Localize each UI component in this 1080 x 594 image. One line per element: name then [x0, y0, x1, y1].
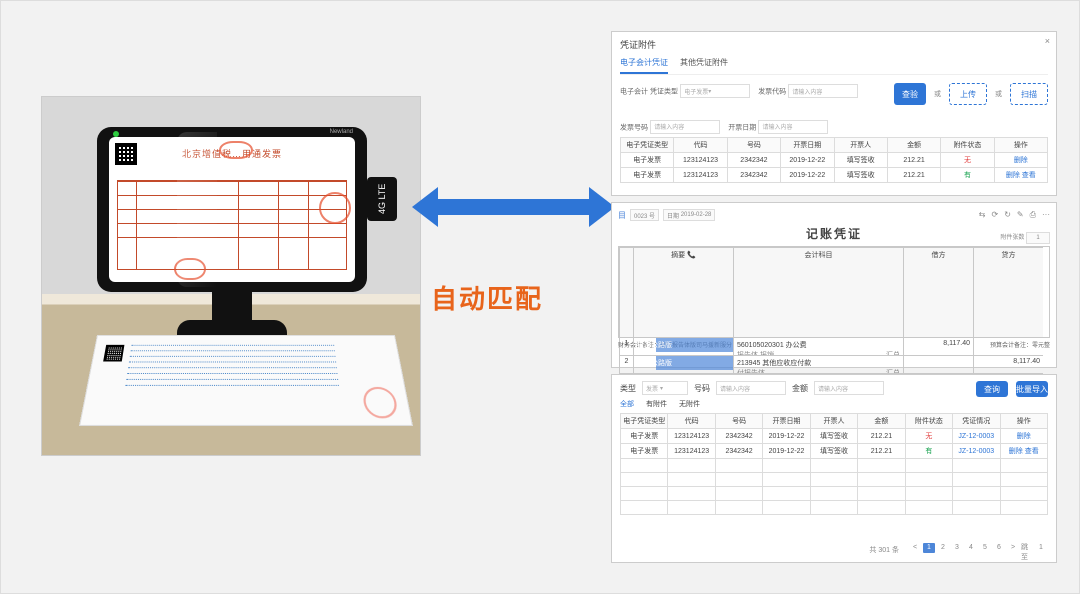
attachment-count[interactable]: 1 — [1026, 232, 1050, 244]
list-icon[interactable]: 目 — [618, 210, 626, 221]
qr-icon — [115, 143, 137, 165]
seal-icon — [174, 258, 206, 280]
edit-icon[interactable]: ✎ — [1017, 210, 1024, 220]
filter-no-attach[interactable]: 无附件 — [679, 399, 700, 409]
issue-date-input[interactable]: 请输入内容 — [758, 120, 828, 134]
table-row[interactable]: 电子发票12312412323423422019-12-22填写签收212.21… — [621, 153, 1048, 168]
voucher-grid: 摘要 📞会计科目借方贷方 1 报告公路版 560105020301 办公费报告体… — [618, 246, 1050, 338]
row-action[interactable]: 删除 — [1009, 448, 1023, 455]
pager-item[interactable]: 跳至 — [1020, 546, 1034, 558]
pager-item[interactable]: 1 — [1034, 542, 1048, 554]
more-icon[interactable]: ··· — [1042, 210, 1050, 220]
attachment-panel: 凭证附件 × 电子会计凭证 其他凭证附件 电子会计 凭证类型 电子发票 ▾ 发票… — [611, 31, 1057, 196]
voucher-no[interactable]: 0023 号 — [630, 209, 659, 221]
pager-item[interactable]: 5 — [978, 542, 992, 554]
swap-icon[interactable]: ⇆ — [979, 210, 986, 220]
invoice-grid — [117, 180, 347, 270]
row-action[interactable]: 删除 — [1017, 433, 1031, 440]
query-button[interactable]: 查验 — [894, 83, 926, 105]
row-action[interactable]: 删除 — [1014, 157, 1028, 164]
voucher-date[interactable]: 日期 2019-02-28 — [663, 209, 715, 221]
invoice-code-input[interactable]: 请输入内容 — [788, 84, 858, 98]
pager-item[interactable]: > — [1006, 542, 1020, 554]
bulk-import-button[interactable]: 批量导入 — [1016, 381, 1048, 397]
voucher-panel: 目 0023 号 日期 2019-02-28 ⇆ ⟳ ↻ ✎ ⎙ ··· 记账凭… — [611, 202, 1057, 368]
table-row[interactable]: 电子发票12312412323423422019-12-22填写签收212.21… — [621, 168, 1048, 183]
search-button[interactable]: 查询 — [976, 381, 1008, 397]
attachment-table: 电子凭证类型代码号码开票日期开票人金额附件状态操作 电子发票1231241232… — [620, 137, 1048, 183]
phone-icon[interactable]: 📞 — [687, 252, 696, 259]
4g-badge: 4G LTE — [367, 177, 397, 221]
upload-button[interactable]: 上传 — [949, 83, 987, 105]
stamp-icon — [219, 141, 253, 159]
seal-icon — [319, 192, 351, 224]
filter-all[interactable]: 全部 — [620, 399, 634, 409]
scanner-photo: Newland 北京增值税…用通发票 — [41, 96, 421, 456]
type-select[interactable]: 发票 ▾ — [642, 381, 688, 395]
invoice-no-input[interactable]: 请输入内容 — [650, 120, 720, 134]
close-icon[interactable]: × — [1045, 36, 1050, 46]
print-icon[interactable]: ⎙ — [1030, 210, 1036, 220]
tablet-device: Newland 北京增值税…用通发票 — [97, 127, 367, 292]
amount-input[interactable]: 请输入内容 — [814, 381, 884, 395]
filter-has-attach[interactable]: 有附件 — [646, 399, 667, 409]
row-action[interactable]: 查看 — [1022, 172, 1036, 179]
tablet-brand: Newland — [330, 129, 353, 135]
pager-item[interactable]: 4 — [964, 542, 978, 554]
tab-other-attach[interactable]: 其他凭证附件 — [680, 55, 728, 74]
double-arrow-icon — [436, 199, 591, 215]
pager-item[interactable]: < — [908, 542, 922, 554]
pager-item[interactable]: 6 — [992, 542, 1006, 554]
table-row[interactable]: 电子发票12312412323423422019-12-22填写签收212.21… — [621, 444, 1048, 459]
panel-title: 凭证附件 — [620, 38, 1048, 51]
list-panel: 类型 发票 ▾ 号码 请输入内容 金额 请输入内容 查询 批量导入 全部 有附件… — [611, 374, 1057, 563]
pager-item[interactable]: 2 — [936, 542, 950, 554]
table-row[interactable]: 电子发票12312412323423422019-12-22填写签收212.21… — [621, 429, 1048, 444]
pager: 共 301 条 <123456>跳至1 — [869, 542, 1048, 559]
records-table: 电子凭证类型代码号码开票日期开票人金额附件状态凭证情况操作 电子发票123124… — [620, 413, 1048, 515]
paper-invoice — [79, 335, 413, 426]
scan-button[interactable]: 扫描 — [1010, 83, 1048, 105]
voucher-type-select[interactable]: 电子发票 ▾ — [680, 84, 750, 98]
pager-item[interactable]: 3 — [950, 542, 964, 554]
seal-icon — [361, 387, 399, 418]
code-input[interactable]: 请输入内容 — [716, 381, 786, 395]
tab-e-voucher[interactable]: 电子会计凭证 — [620, 55, 668, 74]
undo-icon[interactable]: ↻ — [1004, 210, 1011, 220]
auto-match-label: 自动匹配 — [431, 279, 543, 316]
row-action[interactable]: 查看 — [1025, 448, 1039, 455]
row-action[interactable]: 删除 — [1006, 172, 1020, 179]
refresh-icon[interactable]: ⟳ — [991, 210, 998, 220]
pager-item[interactable]: 1 — [922, 542, 936, 554]
